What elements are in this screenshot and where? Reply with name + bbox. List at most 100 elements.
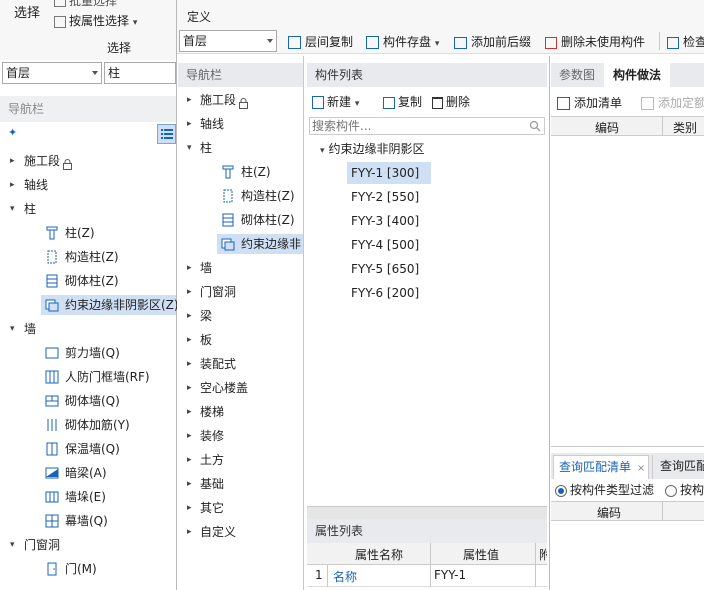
tree-group[interactable]: ▾ 柱 xyxy=(0,198,176,220)
pin-icon[interactable]: ✦ xyxy=(8,126,17,139)
tree-group[interactable]: ▸ 墙 xyxy=(178,257,303,279)
chevron-down-icon[interactable]: ▾ xyxy=(187,137,192,159)
component-item[interactable]: FYY-2 [550] xyxy=(347,186,431,208)
property-row-value[interactable]: FYY-1 xyxy=(434,568,466,582)
search-icon[interactable] xyxy=(529,120,541,132)
chevron-right-icon[interactable]: ▸ xyxy=(187,449,192,471)
left-category-combo[interactable]: 柱 xyxy=(104,62,176,84)
tree-item[interactable]: 构造柱(Z) xyxy=(0,246,176,268)
tree-group[interactable]: ▸ 装配式 xyxy=(178,353,303,375)
chevron-down-icon[interactable]: ▾ xyxy=(10,198,15,220)
tree-group[interactable]: ▸ 施工段 xyxy=(0,150,176,172)
chevron-right-icon[interactable]: ▸ xyxy=(187,401,192,423)
left-floor-combo[interactable]: 首层 xyxy=(2,62,102,84)
tree-group[interactable]: ▸ 施工段 xyxy=(178,89,303,111)
filter-by-component-radio[interactable]: 按构 xyxy=(665,481,704,498)
component-search-input[interactable] xyxy=(310,118,520,134)
tree-group[interactable]: ▾ 墙 xyxy=(0,318,176,340)
tree-group[interactable]: ▸ 基础 xyxy=(178,473,303,495)
chevron-right-icon[interactable]: ▸ xyxy=(187,89,192,111)
tree-item[interactable]: 幕墙(Q) xyxy=(0,510,176,532)
chevron-right-icon[interactable]: ▸ xyxy=(187,473,192,495)
chevron-right-icon[interactable]: ▸ xyxy=(187,305,192,327)
tree-item[interactable]: 柱(Z) xyxy=(178,161,303,183)
tree-group[interactable]: ▸ 轴线 xyxy=(178,113,303,135)
tab-query-list[interactable]: 查询匹配清单 × xyxy=(553,455,649,479)
tree-group-label: 柱 xyxy=(24,202,37,216)
chevron-right-icon[interactable]: ▸ xyxy=(10,174,15,196)
tree-item[interactable]: 砌体加筋(Y) xyxy=(0,414,176,436)
chevron-right-icon[interactable]: ▸ xyxy=(187,329,192,351)
batch-select-button[interactable]: 批量选择 xyxy=(54,0,117,9)
tree-group[interactable]: ▸ 空心楼盖 xyxy=(178,377,303,399)
tree-item-label: 砌体柱(Z) xyxy=(241,213,295,227)
toolbar-floor-combo[interactable]: 首层 xyxy=(179,30,277,52)
tree-item[interactable]: 约束边缘非阴影区(Z) xyxy=(0,294,179,316)
component-search-box[interactable] xyxy=(309,117,545,135)
tree-group[interactable]: ▾ 柱 xyxy=(178,137,303,159)
chevron-right-icon[interactable]: ▸ xyxy=(187,353,192,375)
right-split[interactable] xyxy=(551,446,704,447)
tree-group[interactable]: ▾ 门窗洞 xyxy=(0,534,176,556)
filter-by-type-radio[interactable]: 按构件类型过滤 xyxy=(555,481,654,498)
tree-item[interactable]: 砌体柱(Z) xyxy=(178,209,303,231)
property-row-name: 名称 xyxy=(333,570,358,584)
tree-item[interactable]: 人防门框墙(RF) xyxy=(0,366,176,388)
chevron-right-icon[interactable]: ▸ xyxy=(10,150,15,172)
list-view-icon[interactable] xyxy=(157,124,176,144)
component-item[interactable]: FYY-5 [650] xyxy=(347,258,431,280)
chevron-right-icon[interactable]: ▸ xyxy=(187,257,192,279)
tree-item[interactable]: 墙垛(E) xyxy=(0,486,176,508)
tree-group[interactable]: ▸ 自定义 xyxy=(178,521,303,543)
select-button[interactable]: 选择 xyxy=(14,2,40,21)
tree-group[interactable]: ▸ 板 xyxy=(178,329,303,351)
tab-method[interactable]: 构件做法 xyxy=(604,63,670,87)
chevron-right-icon[interactable]: ▸ xyxy=(187,497,192,519)
chevron-right-icon[interactable]: ▸ xyxy=(187,425,192,447)
tree-item[interactable]: 约束边缘非 xyxy=(178,233,303,255)
copy-icon xyxy=(383,96,395,109)
component-item[interactable]: FYY-4 [500] xyxy=(347,234,431,256)
property-row[interactable]: 1 名称 FYY-1 xyxy=(307,565,547,587)
component-group[interactable]: ▾ 约束边缘非阴影区 xyxy=(320,138,425,160)
tree-group[interactable]: ▸ 轴线 xyxy=(0,174,176,196)
check-button[interactable]: 检查 xyxy=(667,32,704,52)
chevron-right-icon[interactable]: ▸ xyxy=(187,521,192,543)
chevron-down-icon[interactable]: ▾ xyxy=(10,534,15,556)
tree-item[interactable]: 门(M) xyxy=(0,558,176,580)
attribute-select-button[interactable]: 按属性选择 ▾ xyxy=(54,12,137,29)
add-list-button[interactable]: 添加清单 xyxy=(557,94,622,111)
tree-group[interactable]: ▸ 土方 xyxy=(178,449,303,471)
tree-group[interactable]: ▸ 楼梯 xyxy=(178,401,303,423)
tree-group[interactable]: ▸ 门窗洞 xyxy=(178,281,303,303)
chevron-right-icon[interactable]: ▸ xyxy=(187,281,192,303)
tree-group[interactable]: ▸ 装修 xyxy=(178,425,303,447)
tree-item[interactable]: 砌体墙(Q) xyxy=(0,390,176,412)
add-prefix-button[interactable]: 添加前后缀 xyxy=(454,32,531,52)
floor-copy-button[interactable]: 层间复制 xyxy=(288,32,353,52)
component-item[interactable]: FYY-3 [400] xyxy=(347,210,431,232)
tree-item[interactable]: 剪力墙(Q) xyxy=(0,342,176,364)
chevron-right-icon[interactable]: ▸ xyxy=(187,377,192,399)
tab-query-match[interactable]: 查询匹配 xyxy=(652,455,704,479)
delete-component-button[interactable]: 删除 xyxy=(432,93,470,110)
tree-item[interactable]: 柱(Z) xyxy=(0,222,176,244)
tree-item[interactable]: 构造柱(Z) xyxy=(178,185,303,207)
toolbar-divider xyxy=(659,32,660,50)
delete-unused-button[interactable]: 删除未使用构件 xyxy=(545,32,645,52)
close-icon[interactable]: × xyxy=(637,463,645,474)
tree-item[interactable]: 暗梁(A) xyxy=(0,462,176,484)
add-quota-button[interactable]: 添加定额 xyxy=(641,94,704,111)
tree-group[interactable]: ▸ 梁 xyxy=(178,305,303,327)
chevron-right-icon[interactable]: ▸ xyxy=(187,113,192,135)
chevron-down-icon[interactable]: ▾ xyxy=(10,318,15,340)
component-item[interactable]: FYY-6 [200] xyxy=(347,282,431,304)
tree-group[interactable]: ▸ 其它 xyxy=(178,497,303,519)
copy-component-button[interactable]: 复制 xyxy=(383,93,422,110)
tab-params[interactable]: 参数图 xyxy=(551,63,603,87)
component-item[interactable]: FYY-1 [300] xyxy=(347,162,431,184)
tree-item[interactable]: 保温墙(Q) xyxy=(0,438,176,460)
component-save-button[interactable]: 构件存盘 ▾ xyxy=(366,32,439,52)
new-component-button[interactable]: 新建 ▾ xyxy=(312,93,359,110)
tree-item[interactable]: 砌体柱(Z) xyxy=(0,270,176,292)
